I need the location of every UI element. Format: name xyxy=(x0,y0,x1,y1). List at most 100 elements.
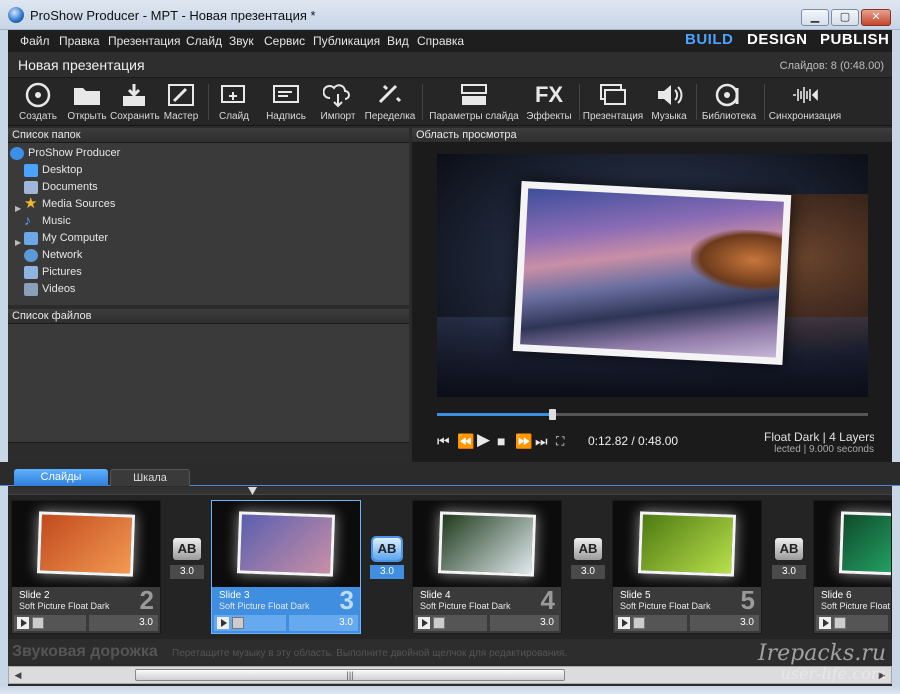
file-list[interactable] xyxy=(8,324,409,442)
slide-card[interactable]: Slide 4 Soft Picture Float Dark 4 3.0 xyxy=(412,500,562,634)
copy-slide-icon[interactable] xyxy=(433,617,445,629)
scroll-left-icon[interactable]: ◀ xyxy=(11,668,25,682)
transition-card[interactable]: AB 3.0 xyxy=(170,538,204,580)
tab-slides[interactable]: Слайды xyxy=(14,469,108,486)
menu-presentation[interactable]: Презентация xyxy=(108,34,181,48)
transition-icon[interactable]: AB xyxy=(574,538,602,560)
preview-header: Область просмотра xyxy=(412,128,892,143)
slide-effect: Soft Picture Float Dark xyxy=(219,601,310,611)
slide-card[interactable]: Slide 2 Soft Picture Float Dark 2 3.0 xyxy=(11,500,161,634)
stop-icon[interactable]: ■ xyxy=(497,433,505,449)
skip-start-icon[interactable]: ⏮ xyxy=(437,433,450,450)
close-button[interactable]: ✕ xyxy=(861,9,891,26)
watermark-text: Irepacks.ru xyxy=(757,641,886,666)
slide-list-scrollbar[interactable]: ◀ ||| ▶ xyxy=(8,666,892,684)
tab-timeline[interactable]: Шкала xyxy=(110,469,190,486)
copy-slide-icon[interactable] xyxy=(834,617,846,629)
slide-name: Slide 4 xyxy=(420,590,451,601)
slide-card[interactable]: Slide 6 Soft Picture Float xyxy=(813,500,892,634)
save-button[interactable]: Сохранить xyxy=(110,80,160,124)
mode-build[interactable]: BUILD xyxy=(685,31,733,48)
music-button[interactable]: Музыка xyxy=(648,80,690,124)
slide-number: 5 xyxy=(740,585,755,615)
copy-slide-icon[interactable] xyxy=(32,617,44,629)
transition-card[interactable]: AB 3.0 xyxy=(571,538,605,580)
play-slide-icon[interactable] xyxy=(618,617,630,629)
scrollbar-thumb[interactable]: ||| xyxy=(135,669,565,681)
toolbar-separator xyxy=(208,84,209,120)
folder-item-my-computer[interactable]: ▶ My Computer xyxy=(8,230,409,247)
transition-card[interactable]: AB 3.0 xyxy=(772,538,806,580)
add-slide-button[interactable]: Слайд xyxy=(213,80,255,124)
folder-item-music[interactable]: ♪ Music xyxy=(8,212,409,230)
slide-thumbnail xyxy=(12,501,160,587)
window-frame-bottom xyxy=(0,686,900,694)
title-bar[interactable]: ProShow Producer - MPT - Новая презентац… xyxy=(0,0,900,30)
transition-card-selected[interactable]: AB 3.0 xyxy=(370,536,404,580)
folder-item-desktop[interactable]: Desktop xyxy=(8,162,409,179)
app-icon xyxy=(8,7,24,23)
folder-item-network[interactable]: Network xyxy=(8,247,409,264)
import-button[interactable]: Импорт xyxy=(316,80,360,124)
rewind-icon[interactable]: ⏪ xyxy=(457,433,474,450)
new-button[interactable]: Создать xyxy=(18,80,58,124)
menu-slide[interactable]: Слайд xyxy=(186,34,222,48)
slide-options-button[interactable]: Параметры слайда xyxy=(428,80,520,124)
mode-publish[interactable]: PUBLISH xyxy=(820,31,889,48)
slide-duration[interactable]: 3.0 xyxy=(490,615,559,631)
play-slide-icon[interactable] xyxy=(819,617,831,629)
menu-tools[interactable]: Сервис xyxy=(264,34,305,48)
mode-design[interactable]: DESIGN xyxy=(747,31,808,48)
transition-duration[interactable]: 3.0 xyxy=(170,565,204,579)
speaker-icon xyxy=(654,82,684,108)
slide-card-selected[interactable]: Slide 3 Soft Picture Float Dark 3 3.0 xyxy=(211,500,361,634)
copy-slide-icon[interactable] xyxy=(633,617,645,629)
minimize-button[interactable]: ▁ xyxy=(801,9,829,26)
effects-button[interactable]: FX Эффекты xyxy=(524,80,574,124)
folder-item-media-sources[interactable]: ▶ ★ Media Sources xyxy=(8,195,409,213)
menu-file[interactable]: Файл xyxy=(20,34,50,48)
soundtrack-hint: Перетащите музыку в эту область. Выполни… xyxy=(172,648,568,659)
transition-duration[interactable]: 3.0 xyxy=(772,565,806,579)
seek-bar-handle[interactable] xyxy=(549,409,557,420)
preview-seek-bar[interactable] xyxy=(437,409,868,420)
play-slide-icon[interactable] xyxy=(17,617,29,629)
folder-item-pictures[interactable]: Pictures xyxy=(8,264,409,281)
open-button[interactable]: Открыть xyxy=(65,80,109,124)
wizard-button[interactable]: Мастер xyxy=(160,80,202,124)
folder-item-proshow[interactable]: ProShow Producer xyxy=(8,145,409,162)
remix-button[interactable]: Переделка xyxy=(364,80,416,124)
slide-duration[interactable]: 3.0 xyxy=(89,615,158,631)
fast-forward-icon[interactable]: ⏩ xyxy=(515,433,532,450)
slide-duration[interactable]: 3.0 xyxy=(289,615,358,631)
menu-sound[interactable]: Звук xyxy=(229,34,254,48)
menu-view[interactable]: Вид xyxy=(387,34,409,48)
transition-duration[interactable]: 3.0 xyxy=(571,565,605,579)
menu-help[interactable]: Справка xyxy=(417,34,464,48)
play-slide-icon[interactable] xyxy=(418,617,430,629)
menu-publish[interactable]: Публикация xyxy=(313,34,380,48)
maximize-button[interactable]: ▢ xyxy=(831,9,859,26)
play-slide-icon[interactable] xyxy=(217,617,229,629)
folder-item-documents[interactable]: Documents xyxy=(8,179,409,196)
skip-end-icon[interactable]: ⏭ xyxy=(535,433,548,450)
slide-card[interactable]: Slide 5 Soft Picture Float Dark 5 3.0 xyxy=(612,500,762,634)
menu-edit[interactable]: Правка xyxy=(59,34,100,48)
transition-duration[interactable]: 3.0 xyxy=(370,565,404,579)
transition-icon[interactable]: AB xyxy=(371,536,403,562)
fullscreen-icon[interactable]: ⛶ xyxy=(556,434,564,449)
caption-button[interactable]: Надпись xyxy=(264,80,308,124)
folder-item-videos[interactable]: Videos xyxy=(8,281,409,298)
copy-slide-icon[interactable] xyxy=(232,617,244,629)
transition-icon[interactable]: AB xyxy=(775,538,803,560)
sync-button[interactable]: Синхронизация xyxy=(768,80,842,124)
show-button[interactable]: Презентация xyxy=(582,80,644,124)
soundtrack-title: Звуковая дорожка xyxy=(12,643,158,660)
transition-icon[interactable]: AB xyxy=(173,538,201,560)
globe-icon xyxy=(10,147,24,160)
slide-duration[interactable]: 3.0 xyxy=(690,615,759,631)
preview-slide-duration: lected | 9.000 seconds xyxy=(774,444,874,455)
library-button[interactable]: Библиотека xyxy=(700,80,758,124)
play-icon[interactable]: ▶ xyxy=(477,430,490,450)
preview-photo-layer[interactable] xyxy=(512,181,792,365)
